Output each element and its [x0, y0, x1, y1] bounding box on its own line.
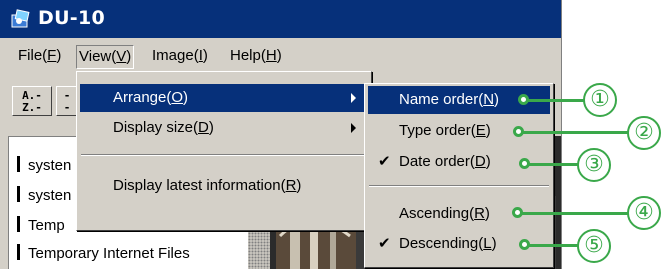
callout-leader	[519, 212, 631, 215]
menu-item-descending-key: L	[483, 235, 492, 252]
menu-image-key: I	[198, 47, 203, 64]
folder-icon	[17, 156, 20, 172]
window-title: DU-10	[38, 7, 106, 29]
title-bar: DU-10	[0, 0, 561, 38]
callout-number: ⑤	[577, 229, 611, 263]
app-icon	[11, 9, 30, 28]
callout-dot	[519, 239, 530, 250]
menu-image-label: Image	[152, 47, 194, 64]
folder-icon	[17, 216, 20, 232]
tree-item[interactable]: Temporary Internet Files	[17, 243, 190, 265]
sort-bottom: -	[63, 101, 71, 114]
menu-item-arrange-label: Arrange	[113, 89, 167, 106]
tree-item-label: Temporary Internet Files	[28, 245, 190, 262]
menu-item-display-size-label: Display size	[113, 119, 194, 136]
menu-item-arrange[interactable]: Arrange(O)	[80, 84, 366, 112]
menu-item-display-latest-key: R	[285, 177, 297, 194]
callout-leader	[526, 163, 582, 166]
menu-image[interactable]: Image(I)	[150, 45, 210, 69]
tree-item[interactable]: Temp	[17, 215, 65, 237]
view-menu: Arrange(O) Display size(D) Display lates…	[76, 71, 372, 231]
submenu-arrow-icon	[351, 123, 356, 133]
menu-item-arrange-key: O	[171, 89, 184, 106]
menu-item-type-order-label: Type order	[399, 122, 471, 139]
menu-item-ascending-key: R	[474, 205, 485, 222]
callout-dot	[512, 207, 523, 218]
menu-item-descending-label: Descending	[399, 235, 479, 252]
menu-view[interactable]: View(V)	[76, 45, 135, 69]
menu-help-key: H	[265, 47, 277, 64]
tree-item[interactable]: systen	[17, 185, 71, 207]
menu-item-display-size-key: D	[198, 119, 209, 136]
menu-item-display-latest-label: Display latest information	[113, 177, 281, 194]
menu-item-date-order-key: D	[474, 153, 486, 170]
tree-item-label: systen	[28, 187, 72, 204]
menu-item-display-size[interactable]: Display size(D)	[80, 114, 366, 142]
callout-dot	[519, 158, 530, 169]
sort-az-bottom: Z.-	[22, 101, 42, 114]
sort-az-button[interactable]: A.- Z.-	[12, 86, 52, 116]
menu-separator	[81, 154, 365, 156]
app-window: DU-10 File(F) View(V) Image(I) Help(H) A…	[0, 0, 562, 269]
menu-help[interactable]: Help(H)	[228, 45, 284, 69]
menu-item-date-order-label: Date order	[399, 153, 470, 170]
menu-help-label: Help	[230, 47, 261, 64]
callout-dot	[518, 94, 529, 105]
menu-item-name-order-key: N	[483, 91, 495, 108]
callout-number: ②	[627, 116, 661, 150]
menu-bar: File(F) View(V) Image(I) Help(H)	[0, 38, 561, 72]
callout-number: ③	[577, 148, 611, 182]
callout-dot	[513, 126, 524, 137]
sort-button[interactable]: - -	[56, 86, 78, 116]
menu-file-key: F	[47, 47, 57, 64]
tree-item-label: systen	[28, 157, 72, 174]
tree-item[interactable]: systen	[17, 155, 71, 177]
menu-separator	[369, 185, 549, 187]
checkmark-icon: ✔	[378, 153, 391, 170]
callout-number: ①	[583, 83, 617, 117]
callout-leader	[525, 99, 589, 102]
menu-view-label: View	[79, 48, 112, 65]
menu-item-type-order-key: E	[475, 122, 486, 139]
callout-leader	[526, 244, 582, 247]
folder-icon	[17, 244, 20, 260]
folder-icon	[17, 186, 20, 202]
menu-file[interactable]: File(F)	[16, 45, 63, 69]
menu-item-ascending-label: Ascending	[399, 205, 470, 222]
menu-item-display-latest[interactable]: Display latest information(R)	[80, 172, 366, 200]
callout-leader	[520, 131, 632, 134]
menu-item-name-order-label: Name order	[399, 91, 479, 108]
submenu-arrow-icon	[351, 93, 356, 103]
menu-file-label: File	[18, 47, 43, 64]
tree-item-label: Temp	[28, 217, 65, 234]
checkmark-icon: ✔	[378, 235, 391, 252]
menu-view-key: V	[116, 48, 127, 65]
callout-number: ④	[627, 196, 661, 230]
